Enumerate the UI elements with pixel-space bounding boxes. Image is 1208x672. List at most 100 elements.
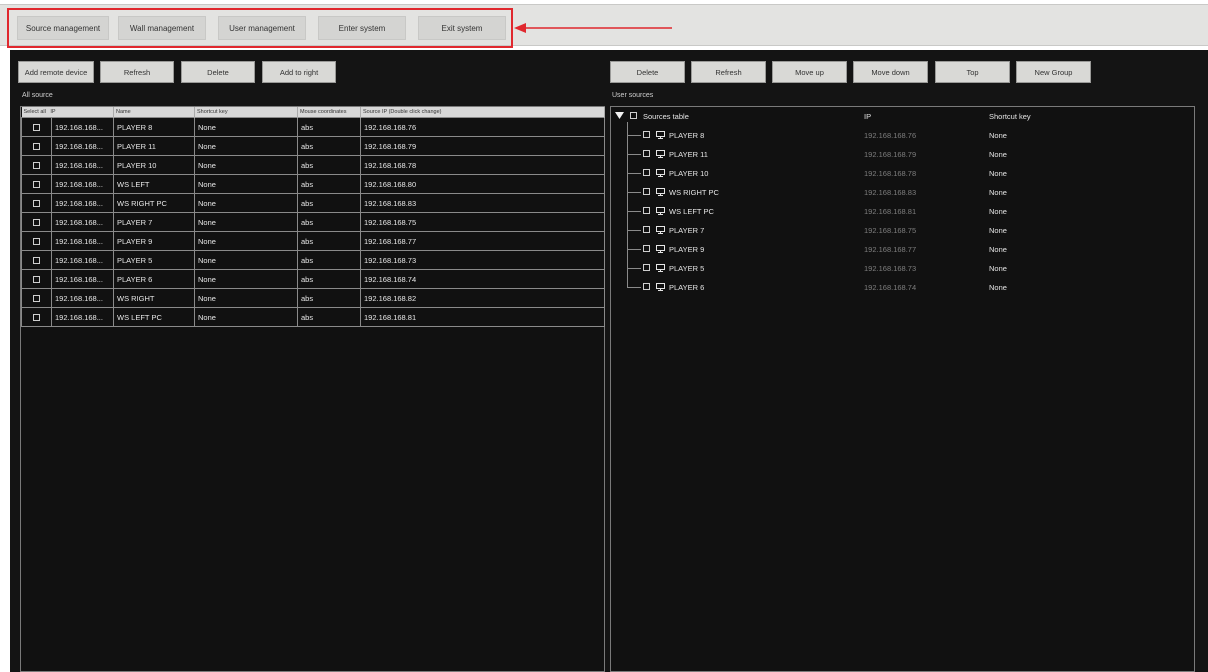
row-checkbox[interactable] [33, 314, 40, 322]
row-checkbox[interactable] [33, 276, 40, 284]
tree-item[interactable]: PLAYER 9 192.168.168.77 None [611, 240, 1194, 259]
row-checkbox-cell[interactable] [21, 174, 52, 194]
caret-down-icon[interactable] [615, 112, 624, 120]
name-cell: PLAYER 7 [113, 212, 195, 232]
top-button[interactable]: Top [935, 61, 1010, 83]
tree-item[interactable]: WS RIGHT PC 192.168.168.83 None [611, 183, 1194, 202]
row-checkbox-cell[interactable] [21, 269, 52, 289]
shortcut-key-cell: None [194, 155, 298, 175]
table-row[interactable]: 192.168.168... PLAYER 6 None abs 192.168.168… [21, 269, 605, 289]
right-refresh-button[interactable]: Refresh [691, 61, 766, 83]
source-ip-cell[interactable]: 192.168.168.77 [360, 231, 605, 251]
source-ip-cell[interactable]: 192.168.168.74 [360, 269, 605, 289]
shortcut-key-cell: None [194, 250, 298, 270]
row-checkbox-cell[interactable] [21, 288, 52, 308]
new-group-button[interactable]: New Group [1016, 61, 1091, 83]
mouse-coordinates-cell: abs [297, 155, 361, 175]
source-ip-cell[interactable]: 192.168.168.81 [360, 307, 605, 327]
right-delete-button[interactable]: Delete [610, 61, 685, 83]
tree-connector [628, 135, 641, 136]
row-checkbox[interactable] [33, 143, 40, 151]
table-row[interactable]: 192.168.168... PLAYER 7 None abs 192.168.168… [21, 212, 605, 232]
mouse-coordinates-cell: abs [297, 212, 361, 232]
row-checkbox[interactable] [33, 181, 40, 189]
tree-item[interactable]: PLAYER 5 192.168.168.73 None [611, 259, 1194, 278]
source-ip-cell[interactable]: 192.168.168.73 [360, 250, 605, 270]
tree-item[interactable]: PLAYER 11 192.168.168.79 None [611, 145, 1194, 164]
tree-item-shortcut-key: None [989, 150, 1007, 159]
ip-cell: 192.168.168... [51, 136, 114, 156]
tree-item-checkbox[interactable] [643, 283, 650, 290]
ip-cell: 192.168.168... [51, 174, 114, 194]
table-row[interactable]: 192.168.168... WS RIGHT None abs 192.168.168… [21, 288, 605, 308]
source-ip-cell[interactable]: 192.168.168.75 [360, 212, 605, 232]
name-cell: WS RIGHT [113, 288, 195, 308]
table-row[interactable]: 192.168.168... WS LEFT None abs 192.168.168.… [21, 174, 605, 194]
row-checkbox-cell[interactable] [21, 117, 52, 137]
row-checkbox-cell[interactable] [21, 250, 52, 270]
sources-table-label: Sources table [643, 112, 689, 121]
row-checkbox-cell[interactable] [21, 231, 52, 251]
source-ip-cell[interactable]: 192.168.168.78 [360, 155, 605, 175]
shortcut-key-cell: None [194, 288, 298, 308]
tree-item-shortcut-key: None [989, 245, 1007, 254]
source-ip-cell[interactable]: 192.168.168.80 [360, 174, 605, 194]
row-checkbox[interactable] [33, 257, 40, 265]
mouse-coordinates-header: Mouse coordinates [297, 107, 361, 118]
mouse-coordinates-cell: abs [297, 174, 361, 194]
tree-root-row[interactable]: Sources table IP Shortcut key [611, 107, 1194, 126]
tree-item[interactable]: PLAYER 6 192.168.168.74 None [611, 278, 1194, 297]
ip-cell: 192.168.168... [51, 288, 114, 308]
table-row[interactable]: 192.168.168... PLAYER 5 None abs 192.168.168… [21, 250, 605, 270]
row-checkbox-cell[interactable] [21, 136, 52, 156]
row-checkbox[interactable] [33, 162, 40, 170]
tree-item-checkbox[interactable] [643, 150, 650, 157]
tree-item-ip: 192.168.168.73 [864, 264, 917, 273]
monitor-icon [656, 226, 665, 234]
table-row[interactable]: 192.168.168... PLAYER 8 None abs 192.168.168… [21, 117, 605, 137]
tree-item-checkbox[interactable] [643, 169, 650, 176]
row-checkbox[interactable] [33, 124, 40, 132]
move-up-button[interactable]: Move up [772, 61, 847, 83]
tree-item-checkbox[interactable] [643, 188, 650, 195]
row-checkbox[interactable] [33, 238, 40, 246]
move-down-button[interactable]: Move down [853, 61, 928, 83]
delete-button[interactable]: Delete [181, 61, 255, 83]
refresh-button[interactable]: Refresh [100, 61, 174, 83]
row-checkbox-cell[interactable] [21, 212, 52, 232]
sources-table-checkbox[interactable] [630, 112, 637, 119]
row-checkbox[interactable] [33, 219, 40, 227]
table-row[interactable]: 192.168.168... PLAYER 11 None abs 192.168.16… [21, 136, 605, 156]
source-ip-cell[interactable]: 192.168.168.83 [360, 193, 605, 213]
tree-item-checkbox[interactable] [643, 245, 650, 252]
tree-item-checkbox[interactable] [643, 226, 650, 233]
table-row[interactable]: 192.168.168... PLAYER 9 None abs 192.168.168… [21, 231, 605, 251]
source-ip-cell[interactable]: 192.168.168.76 [360, 117, 605, 137]
add-to-right-button[interactable]: Add to right [262, 61, 336, 83]
tree-item[interactable]: PLAYER 8 192.168.168.76 None [611, 126, 1194, 145]
tree-item-checkbox[interactable] [643, 264, 650, 271]
monitor-icon [656, 131, 665, 139]
tree-item[interactable]: PLAYER 7 192.168.168.75 None [611, 221, 1194, 240]
row-checkbox-cell[interactable] [21, 193, 52, 213]
source-ip-cell[interactable]: 192.168.168.82 [360, 288, 605, 308]
name-cell: PLAYER 5 [113, 250, 195, 270]
row-checkbox-cell[interactable] [21, 307, 52, 327]
add-remote-device-button[interactable]: Add remote device [18, 61, 94, 83]
name-cell: PLAYER 11 [113, 136, 195, 156]
ip-cell: 192.168.168... [51, 307, 114, 327]
row-checkbox[interactable] [33, 295, 40, 303]
row-checkbox-cell[interactable] [21, 155, 52, 175]
table-row[interactable]: 192.168.168... PLAYER 10 None abs 192.168.16… [21, 155, 605, 175]
table-row[interactable]: 192.168.168... WS RIGHT PC None abs 192.168.… [21, 193, 605, 213]
source-ip-cell[interactable]: 192.168.168.79 [360, 136, 605, 156]
tree-item-checkbox[interactable] [643, 207, 650, 214]
ip-cell: 192.168.168... [51, 269, 114, 289]
tree-connector [628, 211, 641, 212]
tree-item[interactable]: PLAYER 10 192.168.168.78 None [611, 164, 1194, 183]
table-row[interactable]: 192.168.168... WS LEFT PC None abs 192.168.1… [21, 307, 605, 327]
tree-item-checkbox[interactable] [643, 131, 650, 138]
row-checkbox[interactable] [33, 200, 40, 208]
tree-item[interactable]: WS LEFT PC 192.168.168.81 None [611, 202, 1194, 221]
select-all-header[interactable]: Select all [22, 109, 46, 115]
